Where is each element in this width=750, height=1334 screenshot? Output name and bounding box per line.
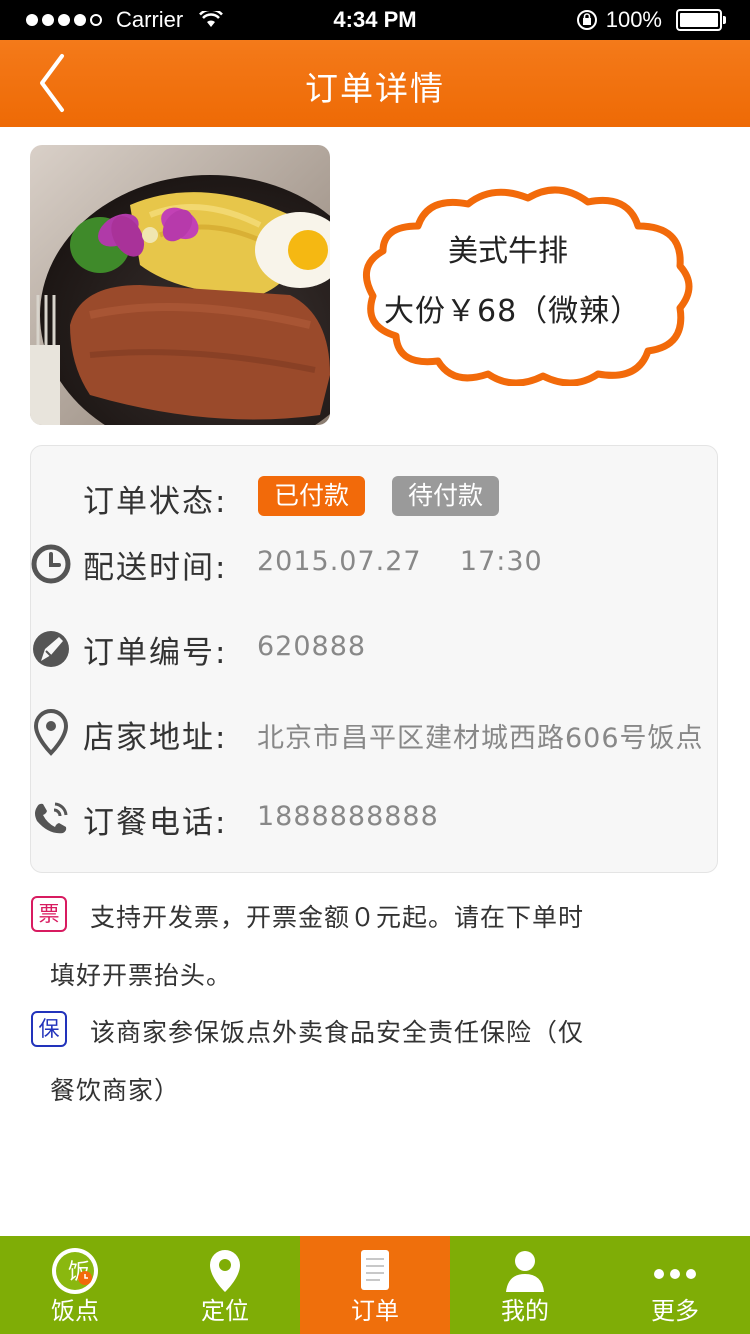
product-callout: 美式牛排 大份￥68（微辣） bbox=[358, 186, 698, 386]
more-dots-icon bbox=[654, 1269, 696, 1279]
order-number-value: 620888 bbox=[257, 631, 367, 662]
tab-bar: 饭 饭点 定位 订单 我的 更多 bbox=[0, 1236, 750, 1334]
insurance-note-line1: 该商家参保饭点外卖食品安全责任保险（仅 bbox=[90, 1018, 585, 1047]
order-number-row: 订单编号: 620888 bbox=[31, 619, 719, 679]
order-phone-value[interactable]: 1888888888 bbox=[257, 801, 439, 832]
order-number-label: 订单编号: bbox=[83, 635, 228, 671]
battery-icon bbox=[676, 9, 726, 31]
product-spec: 大份￥68（微辣） bbox=[384, 294, 642, 329]
order-phone-label: 订餐电话: bbox=[83, 805, 228, 841]
order-number-icon bbox=[33, 631, 69, 667]
invoice-note-line2: 填好开票抬头。 bbox=[50, 961, 233, 990]
tab-mine[interactable]: 我的 bbox=[450, 1236, 600, 1334]
insurance-tag-icon: 保 bbox=[31, 1011, 67, 1047]
status-unpaid-badge[interactable]: 待付款 bbox=[392, 476, 500, 516]
order-status-row: 订单状态: bbox=[31, 468, 719, 528]
tab-label: 定位 bbox=[201, 1297, 249, 1325]
location-pin-icon bbox=[33, 708, 69, 756]
status-paid-badge[interactable]: 已付款 bbox=[258, 476, 366, 516]
phone-icon bbox=[35, 802, 68, 834]
restaurant-logo-icon: 饭 bbox=[52, 1248, 98, 1294]
invoice-tag-icon: 票 bbox=[31, 896, 67, 932]
store-address-value: 北京市昌平区建材城西路606号饭点 bbox=[257, 723, 704, 754]
order-status-label: 订单状态: bbox=[83, 484, 228, 520]
nav-bar: 订单详情 bbox=[0, 40, 750, 127]
tab-location[interactable]: 定位 bbox=[150, 1236, 300, 1334]
page-title: 订单详情 bbox=[305, 69, 445, 108]
user-icon bbox=[506, 1251, 544, 1292]
tab-more[interactable]: 更多 bbox=[600, 1236, 750, 1334]
delivery-time-value: 2015.07.27 17:30 bbox=[257, 546, 543, 577]
location-pin-icon bbox=[210, 1250, 240, 1292]
tab-label: 我的 bbox=[501, 1297, 549, 1325]
tab-fandian[interactable]: 饭 饭点 bbox=[0, 1236, 150, 1334]
store-address-label: 店家地址: bbox=[83, 720, 228, 756]
battery-percent: 100% bbox=[605, 7, 662, 32]
store-address-row: 店家地址: 北京市昌平区建材城西路606号饭点 bbox=[31, 704, 719, 764]
tab-label: 饭点 bbox=[51, 1297, 99, 1325]
insurance-note-line2: 餐饮商家） bbox=[50, 1076, 181, 1105]
tab-label: 更多 bbox=[651, 1297, 699, 1325]
status-bar: Carrier 4:34 PM 100% bbox=[0, 0, 750, 40]
tab-orders[interactable]: 订单 bbox=[300, 1236, 450, 1334]
product-image bbox=[30, 145, 330, 425]
status-right: 100% bbox=[576, 7, 726, 33]
order-document-icon bbox=[361, 1250, 389, 1290]
rotation-lock-icon bbox=[576, 10, 597, 30]
delivery-time-label: 配送时间: bbox=[83, 550, 228, 586]
invoice-note-line1: 支持开发票，开票金额０元起。请在下单时 bbox=[90, 903, 585, 932]
clock-icon bbox=[31, 544, 71, 584]
product-name: 美式牛排 bbox=[448, 234, 568, 269]
order-phone-row: 订餐电话: 1888888888 bbox=[31, 789, 719, 849]
tab-label: 订单 bbox=[351, 1297, 399, 1325]
delivery-time-row: 配送时间: 2015.07.27 17:30 bbox=[31, 534, 719, 594]
order-info-card: 订单状态: 已付款 待付款 配送时间: 2015.07.27 17:30 订单编… bbox=[30, 445, 718, 873]
